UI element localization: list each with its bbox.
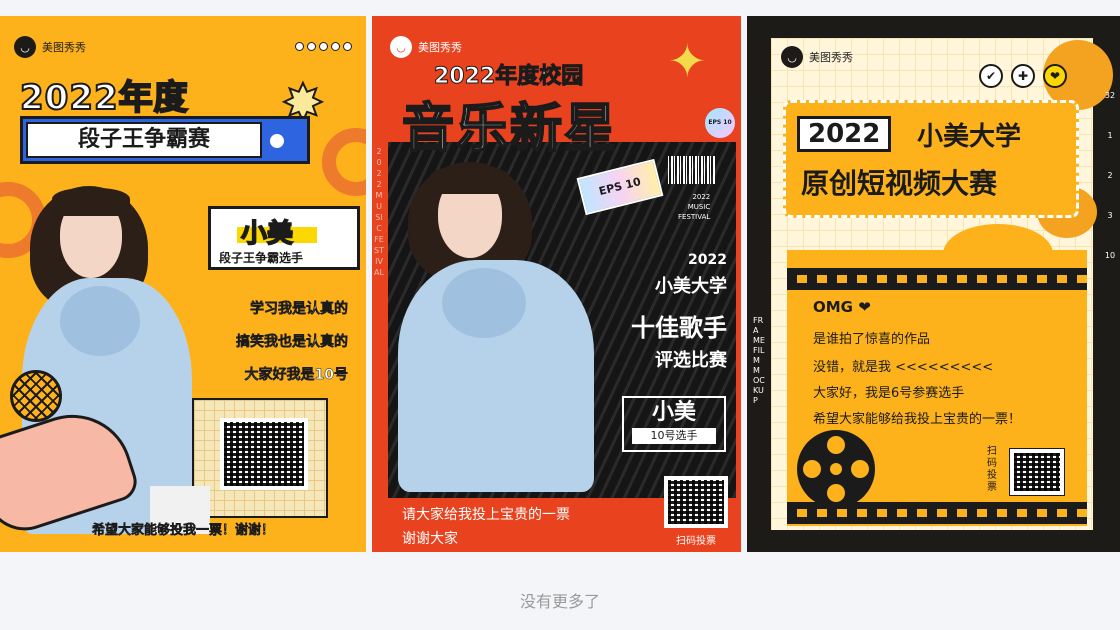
brand-logo: ◡ 美图秀秀: [781, 46, 853, 68]
no-more-text: 没有更多了: [519, 592, 600, 611]
sparkle-icon: ✦: [668, 34, 707, 88]
poster-bottom-text: 希望大家能够投我一票！谢谢！: [91, 523, 275, 539]
barcode-icon: [668, 156, 716, 184]
icon-row: ✔ ✚ ❤: [979, 64, 1067, 88]
contestant-name: 小美: [240, 218, 294, 250]
story-line: 希望大家能够给我投上宝贵的一票！: [813, 412, 1022, 427]
right-line: 十佳歌手: [631, 314, 727, 342]
qr-code: [1009, 448, 1065, 496]
brand-name: 美图秀秀: [418, 41, 462, 54]
poster-card-1[interactable]: ◡ 美图秀秀 2022年度 ✸ 段子王争霸赛 小美 段子王争霸选手 学习我是认真…: [0, 16, 366, 552]
qr-label: 扫码投票: [987, 446, 997, 493]
festival-label: 2022 MUSIC FESTIVAL: [678, 193, 711, 221]
story-line: 是谁拍了惊喜的作品: [813, 332, 931, 347]
story-line: 没错，就是我 <<<<<<<<<: [813, 360, 994, 375]
brand-logo: ◡ 美图秀秀: [390, 36, 462, 58]
footer-line: 谢谢大家: [402, 531, 458, 547]
right-line: 评选比赛: [655, 350, 727, 371]
ring-decoration: [322, 128, 366, 196]
poster-card-2[interactable]: ◡ 美图秀秀 2022年度校园 ✦ EPS 10 音乐新星 2022 MUSIC…: [372, 16, 741, 552]
right-line: 小美大学: [655, 276, 727, 297]
contestant-name: 小美: [651, 400, 696, 425]
grid-panel: [192, 398, 328, 518]
logo-icon: ◡: [14, 36, 36, 58]
film-reel-icon: [797, 430, 875, 508]
film-strip: [787, 268, 1087, 290]
poster-title-line2: 音乐新星: [401, 98, 619, 160]
brand-name: 美图秀秀: [809, 51, 853, 64]
poster-card-3[interactable]: ◡ 美图秀秀 ✔ ✚ ❤ 2022 小美大学 原创短视频大赛 OMG ❤ 是谁拍…: [747, 16, 1120, 552]
side-vertical-text: 2022 MUSIC FESTIVAL: [374, 147, 384, 277]
right-line: 2022: [688, 252, 727, 268]
slogan-line: 大家好我是10号: [244, 367, 348, 384]
footer-line: 请大家给我投上宝贵的一票: [402, 507, 570, 523]
story-line: 大家好，我是6号参赛选手: [813, 386, 965, 401]
microphone-icon: [10, 370, 62, 422]
check-icon: ✔: [979, 64, 1003, 88]
name-card: 小美 段子王争霸选手: [208, 206, 360, 270]
slogan-line: 学习我是认真的: [250, 301, 349, 318]
heart-icon: ❤: [1043, 64, 1067, 88]
plus-icon: ✚: [1011, 64, 1035, 88]
contestant-subtitle: 10号选手: [632, 428, 716, 444]
eps-badge: EPS 10: [705, 108, 735, 138]
name-card: 小美 10号选手: [622, 396, 726, 452]
qr-label: 扫码投票: [676, 536, 716, 547]
brand-name: 美图秀秀: [42, 41, 86, 54]
contestant-subtitle: 段子王争霸选手: [219, 251, 304, 265]
poster-title-line2: 原创短视频大赛: [801, 167, 998, 200]
brand-logo: ◡ 美图秀秀: [14, 36, 86, 58]
poster-title-line1: 2022年度: [19, 77, 189, 119]
dots-decoration: [295, 42, 352, 51]
logo-icon: ◡: [390, 36, 412, 58]
poster-title-line2: 段子王争霸赛: [26, 122, 262, 158]
search-icon: [266, 130, 288, 152]
logo-icon: ◡: [781, 46, 803, 68]
qr-code: [664, 476, 728, 528]
slogan-lines: 学习我是认真的 搞笑我也是认真的 大家好我是10号: [168, 298, 349, 397]
poster-year: 2022: [797, 116, 892, 152]
omg-text: OMG ❤: [813, 298, 871, 316]
slogan-line: 搞笑我也是认真的: [236, 334, 349, 351]
poster-title-line1: 小美大学: [917, 122, 1022, 152]
side-vertical-text: FRAME FILM MOCKUP: [753, 316, 765, 405]
edge-numbers: 32 1 2 3 10: [1104, 91, 1116, 260]
qr-code: [220, 418, 308, 490]
